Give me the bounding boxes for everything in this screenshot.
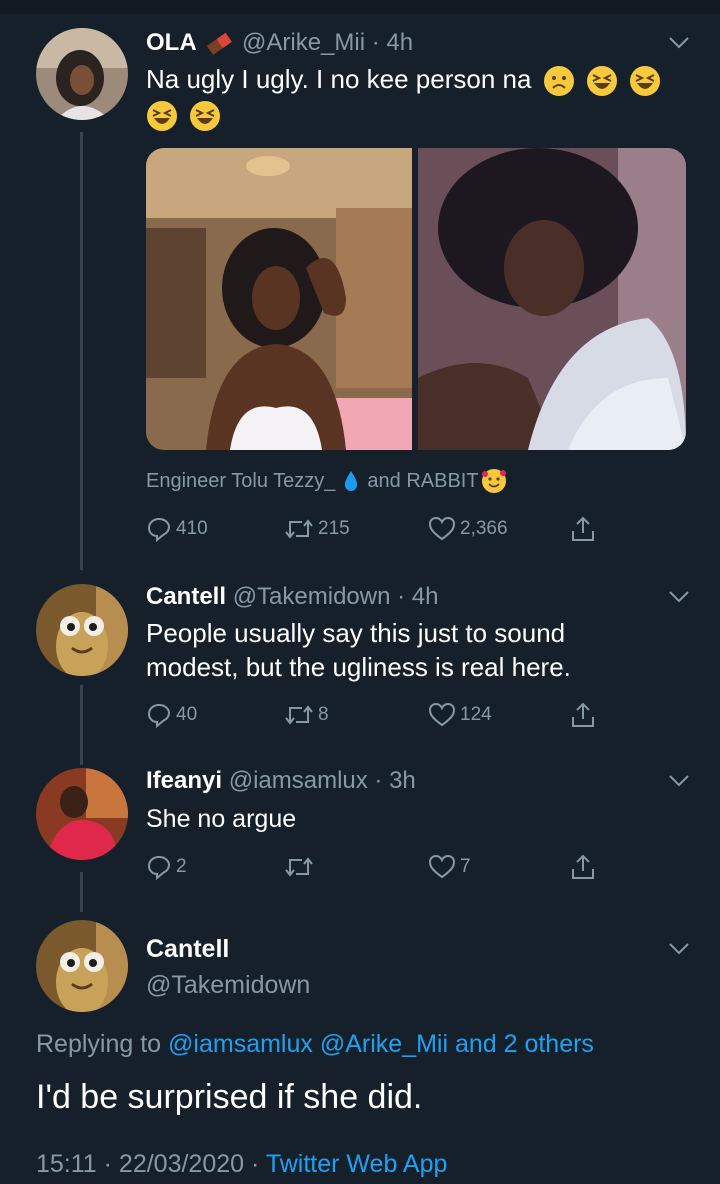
like-count: 7 <box>460 856 471 877</box>
retweet-button[interactable]: 8 <box>284 700 329 730</box>
replying-to: Replying to @iamsamlux @Arike_Mii and 2 … <box>36 1030 594 1059</box>
avatar[interactable] <box>36 584 128 676</box>
tweet-text: Na ugly I ugly. I no kee person na <box>146 62 686 132</box>
handle: @Takemidown <box>146 971 311 999</box>
display-name[interactable]: Ifeanyi <box>146 767 222 794</box>
frowning-face-icon <box>543 65 575 97</box>
tweet-photo-2[interactable] <box>418 148 686 450</box>
handle-time[interactable]: @Takemidown · 4h <box>233 583 439 610</box>
droplet-icon <box>343 470 359 492</box>
chocolate-bar-icon <box>205 32 235 56</box>
share-icon <box>572 516 594 541</box>
tweet-header: Cantell @Takemidown · 4h <box>146 582 438 612</box>
tweet-text-content: Na ugly I ugly. I no kee person na <box>146 64 532 94</box>
replying-prefix: Replying to <box>36 1030 162 1058</box>
tweet-text: She no argue <box>146 802 686 836</box>
tweet-text-line: modest, but the ugliness is real here. <box>146 652 571 682</box>
handle-time[interactable]: @Arike_Mii · 4h <box>242 29 413 56</box>
retweet-count: 8 <box>318 704 329 725</box>
tweet-meta: 15:11 · 22/03/2020 · Twitter Web App <box>36 1150 447 1179</box>
retweet-count: 215 <box>318 518 350 539</box>
reply-button[interactable]: 410 <box>146 514 208 544</box>
share-icon <box>572 702 594 727</box>
like-button[interactable]: 2,366 <box>428 514 508 544</box>
tagged-users[interactable]: Engineer Tolu Tezzy_ and RABBIT <box>146 468 507 494</box>
grinning-squinting-face-icon <box>629 65 661 97</box>
like-count: 124 <box>460 704 492 725</box>
display-name[interactable]: Cantell <box>146 583 226 610</box>
share-button[interactable] <box>570 852 600 882</box>
tweet-header: Ifeanyi @iamsamlux · 3h <box>146 766 416 796</box>
main-display-name[interactable]: Cantell <box>146 934 229 964</box>
tweet-text: People usually say this just to sound mo… <box>146 616 686 684</box>
replying-links[interactable]: @iamsamlux @Arike_Mii and 2 others <box>168 1030 594 1058</box>
tweet-ifeanyi-reply[interactable]: Ifeanyi @iamsamlux · 3h She no argue 2 7 <box>0 760 720 900</box>
display-name[interactable]: OLA <box>146 29 197 56</box>
grinning-squinting-face-icon <box>189 100 221 132</box>
chevron-down-icon[interactable] <box>668 590 690 604</box>
share-button[interactable] <box>570 514 600 544</box>
reply-count: 410 <box>176 518 208 539</box>
smiling-face-with-hearts-icon <box>481 468 507 494</box>
avatar[interactable] <box>36 28 128 120</box>
retweet-icon <box>285 857 313 877</box>
like-count: 2,366 <box>460 518 508 539</box>
tweet-actions: 2 7 <box>146 852 606 882</box>
heart-icon <box>428 854 456 879</box>
tweet-actions: 410 215 2,366 <box>146 514 606 544</box>
reply-count: 2 <box>176 856 187 877</box>
timestamp[interactable]: 15:11 · 22/03/2020 · <box>36 1150 259 1178</box>
avatar[interactable] <box>36 768 128 860</box>
tweet-text-content: She no argue <box>146 805 297 833</box>
photo-grid <box>146 148 686 450</box>
retweet-icon <box>285 519 313 539</box>
tweet-header: OLA @Arike_Mii · 4h <box>146 28 413 58</box>
reply-icon <box>147 517 171 542</box>
like-button[interactable]: 124 <box>428 700 492 730</box>
share-icon <box>572 854 594 879</box>
like-button[interactable]: 7 <box>428 852 471 882</box>
reply-button[interactable]: 2 <box>146 852 187 882</box>
reply-button[interactable]: 40 <box>146 700 197 730</box>
tweet-photo-1[interactable] <box>146 148 412 450</box>
tweet-actions: 40 8 124 <box>146 700 606 730</box>
main-tweet-text: I'd be surprised if she did. <box>36 1078 423 1116</box>
avatar[interactable] <box>36 920 128 1012</box>
reply-count: 40 <box>176 704 198 725</box>
source-link[interactable]: Twitter Web App <box>266 1150 448 1178</box>
retweet-icon <box>285 705 313 725</box>
chevron-down-icon[interactable] <box>668 774 690 788</box>
heart-icon <box>428 702 456 727</box>
tweet-ola[interactable]: OLA @Arike_Mii · 4h Na ugly I ugly. I no… <box>0 0 720 560</box>
heart-icon <box>428 516 456 541</box>
tagged-user-label: Engineer Tolu Tezzy_ <box>146 469 336 492</box>
main-handle[interactable]: @Takemidown <box>146 970 310 1000</box>
tagged-and-label: and RABBIT <box>367 469 479 492</box>
handle-time[interactable]: @iamsamlux · 3h <box>229 767 416 794</box>
display-name: Cantell <box>146 935 230 963</box>
reply-icon <box>147 855 171 880</box>
tweet-text-line: People usually say this just to sound <box>146 618 566 648</box>
tweet-cantell-reply[interactable]: Cantell @Takemidown · 4h People usually … <box>0 572 720 752</box>
grinning-squinting-face-icon <box>146 100 178 132</box>
grinning-squinting-face-icon <box>586 65 618 97</box>
reply-icon <box>147 703 171 728</box>
retweet-button[interactable]: 215 <box>284 514 350 544</box>
retweet-button[interactable] <box>284 852 318 882</box>
chevron-down-icon[interactable] <box>668 942 690 956</box>
share-button[interactable] <box>570 700 600 730</box>
chevron-down-icon[interactable] <box>668 36 690 50</box>
